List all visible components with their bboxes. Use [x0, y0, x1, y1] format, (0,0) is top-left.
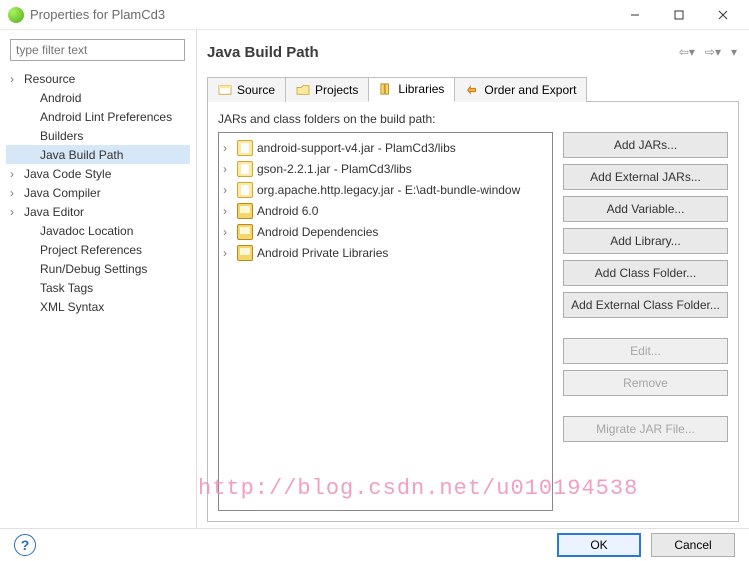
- maximize-button[interactable]: [657, 1, 701, 29]
- jar-item[interactable]: › android-support-v4.jar - PlamCd3/libs: [221, 137, 550, 158]
- tree-item-label: Android Lint Preferences: [40, 110, 172, 124]
- tree-item-label: Java Compiler: [24, 186, 101, 200]
- settings-pane: Java Build Path ⇦▾ ⇨▾ ▾ Source Projects Li…: [197, 30, 749, 528]
- caret-icon: ›: [223, 204, 237, 218]
- tree-item-label: Project References: [40, 243, 142, 257]
- tree-item-label: XML Syntax: [40, 300, 104, 314]
- jar-icon: [237, 140, 253, 156]
- tab-label: Source: [237, 83, 275, 97]
- tab-icon: [379, 83, 393, 95]
- tree-item[interactable]: Project References: [6, 240, 190, 259]
- tab-bar: Source Projects Libraries Order and Export: [207, 76, 739, 102]
- jar-item-label: gson-2.2.1.jar - PlamCd3/libs: [257, 162, 412, 176]
- add-jars-button[interactable]: Add JARs...: [563, 132, 728, 158]
- tab-order-and-export[interactable]: Order and Export: [454, 77, 587, 102]
- jar-icon: [237, 161, 253, 177]
- jar-item-label: android-support-v4.jar - PlamCd3/libs: [257, 141, 456, 155]
- tab-source[interactable]: Source: [207, 77, 286, 102]
- jar-item[interactable]: › Android 6.0: [221, 200, 550, 221]
- tree-item-label: Java Code Style: [24, 167, 111, 181]
- tab-content: JARs and class folders on the build path…: [207, 102, 739, 522]
- caret-icon: ›: [10, 205, 24, 219]
- tab-label: Projects: [315, 83, 358, 97]
- tree-item-label: Resource: [24, 72, 75, 86]
- close-button[interactable]: [701, 1, 745, 29]
- caret-icon: ›: [223, 162, 237, 176]
- lib-icon: [237, 203, 253, 219]
- tree-item-label: Builders: [40, 129, 83, 143]
- tab-label: Order and Export: [484, 83, 576, 97]
- add-variable-button[interactable]: Add Variable...: [563, 196, 728, 222]
- jar-list[interactable]: › android-support-v4.jar - PlamCd3/libs › g…: [218, 132, 553, 511]
- tree-item[interactable]: Android Lint Preferences: [6, 107, 190, 126]
- tab-icon: [296, 84, 310, 96]
- add-library-button[interactable]: Add Library...: [563, 228, 728, 254]
- jar-item[interactable]: › org.apache.http.legacy.jar - E:\adt-bun…: [221, 179, 550, 200]
- tree-item[interactable]: ›Resource: [6, 69, 190, 88]
- tree-item[interactable]: Run/Debug Settings: [6, 259, 190, 278]
- titlebar: Properties for PlamCd3: [0, 0, 749, 30]
- tree-item-label: Java Build Path: [40, 148, 123, 162]
- caret-icon: ›: [223, 225, 237, 239]
- edit-button[interactable]: Edit...: [563, 338, 728, 364]
- tree-item-label: Java Editor: [24, 205, 84, 219]
- jar-item[interactable]: › gson-2.2.1.jar - PlamCd3/libs: [221, 158, 550, 179]
- filter-input[interactable]: [10, 39, 185, 61]
- category-tree[interactable]: ›ResourceAndroidAndroid Lint Preferences…: [6, 69, 190, 520]
- tree-item[interactable]: Java Build Path: [6, 145, 190, 164]
- content-heading: JARs and class folders on the build path…: [218, 112, 728, 126]
- jar-item[interactable]: › Android Dependencies: [221, 221, 550, 242]
- add-external-class-folder-button[interactable]: Add External Class Folder...: [563, 292, 728, 318]
- tree-item-label: Javadoc Location: [40, 224, 133, 238]
- nav-arrows: ⇦▾ ⇨▾ ▾: [677, 45, 739, 59]
- window-title: Properties for PlamCd3: [30, 7, 613, 22]
- tab-projects[interactable]: Projects: [285, 77, 369, 102]
- tree-item[interactable]: Android: [6, 88, 190, 107]
- tab-libraries[interactable]: Libraries: [368, 77, 455, 102]
- tree-item-label: Task Tags: [40, 281, 93, 295]
- forward-icon[interactable]: ⇨▾: [703, 45, 723, 59]
- tree-item[interactable]: Javadoc Location: [6, 221, 190, 240]
- jar-icon: [237, 182, 253, 198]
- caret-icon: ›: [223, 246, 237, 260]
- minimize-button[interactable]: [613, 1, 657, 29]
- tree-item-label: Run/Debug Settings: [40, 262, 147, 276]
- caret-icon: ›: [10, 186, 24, 200]
- menu-icon[interactable]: ▾: [729, 45, 739, 59]
- back-icon[interactable]: ⇦▾: [677, 45, 697, 59]
- tree-item[interactable]: XML Syntax: [6, 297, 190, 316]
- tree-item[interactable]: Task Tags: [6, 278, 190, 297]
- caret-icon: ›: [10, 72, 24, 86]
- tree-item[interactable]: ›Java Editor: [6, 202, 190, 221]
- add-class-folder-button[interactable]: Add Class Folder...: [563, 260, 728, 286]
- caret-icon: ›: [223, 141, 237, 155]
- tree-item[interactable]: ›Java Compiler: [6, 183, 190, 202]
- jar-item[interactable]: › Android Private Libraries: [221, 242, 550, 263]
- cancel-button[interactable]: Cancel: [651, 533, 735, 557]
- help-icon[interactable]: ?: [14, 534, 36, 556]
- ok-button[interactable]: OK: [557, 533, 641, 557]
- caret-icon: ›: [10, 167, 24, 181]
- tab-icon: [465, 84, 479, 96]
- remove-button[interactable]: Remove: [563, 370, 728, 396]
- lib-icon: [237, 245, 253, 261]
- tab-icon: [218, 84, 232, 96]
- add-external-jars-button[interactable]: Add External JARs...: [563, 164, 728, 190]
- tree-item-label: Android: [40, 91, 81, 105]
- jar-item-label: Android Private Libraries: [257, 246, 388, 260]
- category-tree-pane: ›ResourceAndroidAndroid Lint Preferences…: [0, 30, 197, 528]
- tab-label: Libraries: [398, 82, 444, 96]
- jar-item-label: org.apache.http.legacy.jar - E:\adt-bund…: [257, 183, 520, 197]
- migrate-jar-button[interactable]: Migrate JAR File...: [563, 416, 728, 442]
- button-column: Add JARs... Add External JARs... Add Var…: [563, 132, 728, 511]
- tree-item[interactable]: Builders: [6, 126, 190, 145]
- page-title: Java Build Path: [207, 44, 677, 61]
- jar-item-label: Android Dependencies: [257, 225, 378, 239]
- jar-item-label: Android 6.0: [257, 204, 318, 218]
- app-icon: [8, 7, 24, 23]
- tree-item[interactable]: ›Java Code Style: [6, 164, 190, 183]
- caret-icon: ›: [223, 183, 237, 197]
- dialog-footer: ? OK Cancel: [0, 528, 749, 561]
- lib-icon: [237, 224, 253, 240]
